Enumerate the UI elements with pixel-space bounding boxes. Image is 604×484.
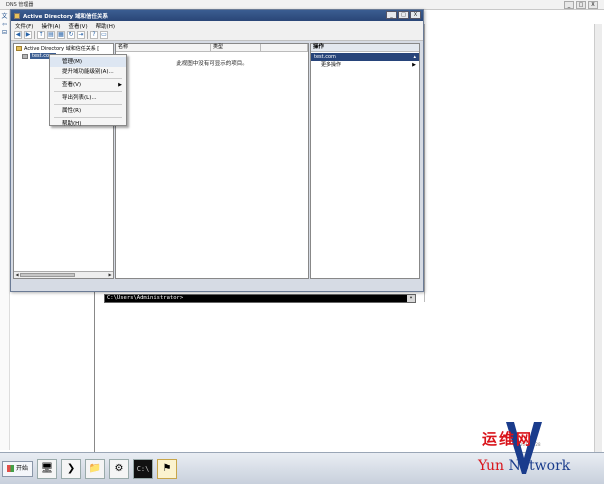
actions-header: 操作 (311, 44, 419, 52)
network-icon[interactable]: ⚙ (109, 458, 130, 479)
background-window-left-edge: 文 ⇦ ⊟ (0, 10, 10, 450)
background-scrollbar[interactable] (594, 24, 602, 452)
actions-pane: 操作 test.com ▴ 更多操作 ▶ (310, 43, 420, 279)
help-icon[interactable]: ? (90, 31, 98, 39)
tree-root-label: Active Directory 域和信任关系 [ (24, 46, 100, 52)
actions-section-label: test.com (314, 54, 336, 60)
maximize-button[interactable]: □ (576, 1, 586, 9)
background-window-controls: _ □ X (564, 1, 598, 9)
context-item-label: 提升域功能级别(A)... (62, 69, 114, 75)
up-icon[interactable]: ↑ (37, 31, 45, 39)
server-manager-icon[interactable]: 🖥 (37, 458, 58, 479)
ad-menubar: 文件(F) 操作(A) 查看(V) 帮助(H) (11, 21, 423, 30)
context-item-properties[interactable]: 属性(R) (50, 106, 126, 116)
explorer-icon[interactable]: 📁 (85, 458, 106, 479)
toolbar-separator (87, 31, 88, 39)
empty-list-message: 此视图中没有可显示的项目。 (176, 61, 248, 67)
folder-icon (16, 46, 22, 51)
context-item-raise-level[interactable]: 提升域功能级别(A)... (50, 67, 126, 77)
ad-app-icon (14, 12, 20, 19)
menu-file[interactable]: 文件(F) (15, 22, 33, 30)
background-right-panel (424, 24, 604, 302)
start-button[interactable]: 开始 (2, 460, 34, 477)
background-window-title: DNS 管理器 (6, 2, 34, 8)
column-type[interactable]: 类型 (211, 44, 261, 51)
menu-help[interactable]: 帮助(H) (96, 22, 115, 30)
windows-logo-icon (7, 465, 14, 472)
context-menu: 管理(M) 提升域功能级别(A)... 查看(V) ▶ 导出列表(L)... 属… (49, 54, 127, 129)
background-divider (94, 290, 95, 452)
ad-window-titlebar[interactable]: Active Directory 域和信任关系 _ □ X (11, 10, 423, 21)
ad-domains-window: Active Directory 域和信任关系 _ □ X 文件(F) 操作(A… (10, 9, 424, 292)
refresh-icon[interactable]: ↻ (67, 31, 75, 39)
action-more-actions[interactable]: 更多操作 ▶ (311, 61, 419, 70)
console-icon[interactable]: ▭ (100, 31, 108, 39)
ad-toolbar: ◀ ▶ ↑ ▤ ▦ ↻ ⇥ ? ▭ (11, 30, 423, 41)
context-item-view[interactable]: 查看(V) ▶ (50, 80, 126, 90)
ad-domains-icon[interactable]: ⚑ (157, 458, 178, 479)
collapse-up-icon[interactable]: ▴ (413, 53, 416, 61)
watermark-logo: 运维网 Yun Network (458, 418, 604, 484)
column-name[interactable]: 名称 (116, 44, 211, 51)
menu-action[interactable]: 操作(A) (41, 22, 60, 30)
details-pane: 名称 类型 此视图中没有可显示的项目。 (115, 43, 309, 279)
context-item-manage[interactable]: 管理(M) (50, 57, 126, 67)
tree-root-item[interactable]: Active Directory 域和信任关系 [ (14, 44, 113, 53)
command-console[interactable]: C:\Users\Administrator> ▾ (104, 294, 416, 303)
ad-close-button[interactable]: X (410, 11, 421, 19)
scroll-right-icon[interactable]: ▶ (107, 272, 113, 278)
action-label: 更多操作 (321, 62, 342, 68)
close-button[interactable]: X (588, 1, 598, 9)
show-hide-tree-icon[interactable]: ▤ (47, 31, 55, 39)
context-item-label: 导出列表(L)... (62, 95, 97, 101)
toolbar-separator (34, 31, 35, 39)
background-back-icon[interactable]: ⇦ (0, 21, 9, 28)
start-label: 开始 (16, 464, 29, 472)
context-item-label: 管理(M) (62, 59, 83, 65)
background-menu-fragment[interactable]: 文 (0, 11, 9, 20)
ad-window-title: Active Directory 域和信任关系 (23, 13, 109, 20)
context-item-label: 帮助(H) (62, 121, 82, 127)
actions-section-domain[interactable]: test.com ▴ (311, 53, 419, 61)
minimize-button[interactable]: _ (564, 1, 574, 9)
submenu-arrow-icon: ▶ (412, 62, 416, 68)
context-separator (54, 117, 122, 118)
context-item-label: 查看(V) (62, 82, 82, 88)
context-item-label: 属性(R) (62, 108, 82, 114)
list-header: 名称 类型 (116, 44, 308, 52)
tree-horizontal-scrollbar[interactable]: ◀ ▶ (14, 271, 113, 278)
context-item-export-list[interactable]: 导出列表(L)... (50, 93, 126, 103)
forward-icon[interactable]: ▶ (24, 31, 32, 39)
context-separator (54, 104, 122, 105)
powershell-icon[interactable]: ❯ (61, 458, 82, 479)
submenu-arrow-icon: ▶ (118, 82, 122, 88)
ad-minimize-button[interactable]: _ (386, 11, 397, 19)
watermark-cn-text: 运维网 (482, 430, 534, 448)
console-prompt: C:\Users\Administrator> (107, 295, 184, 301)
context-item-help[interactable]: 帮助(H) (50, 119, 126, 129)
column-blank[interactable] (261, 44, 308, 51)
console-scroll-arrow-icon[interactable]: ▾ (407, 295, 415, 302)
context-separator (54, 78, 122, 79)
export-icon[interactable]: ⇥ (77, 31, 85, 39)
scroll-thumb[interactable] (20, 273, 75, 277)
watermark-en-text: Yun Network (478, 458, 571, 474)
cmd-icon[interactable]: C:\ (133, 458, 154, 479)
menu-view[interactable]: 查看(V) (69, 22, 88, 30)
properties-icon[interactable]: ▦ (57, 31, 65, 39)
domain-icon (22, 53, 28, 59)
ad-status-bar (11, 281, 423, 291)
ad-window-controls: _ □ X (386, 11, 421, 19)
back-icon[interactable]: ◀ (14, 31, 22, 39)
ad-maximize-button[interactable]: □ (398, 11, 409, 19)
background-tree-icon[interactable]: ⊟ (0, 29, 9, 36)
context-separator (54, 91, 122, 92)
